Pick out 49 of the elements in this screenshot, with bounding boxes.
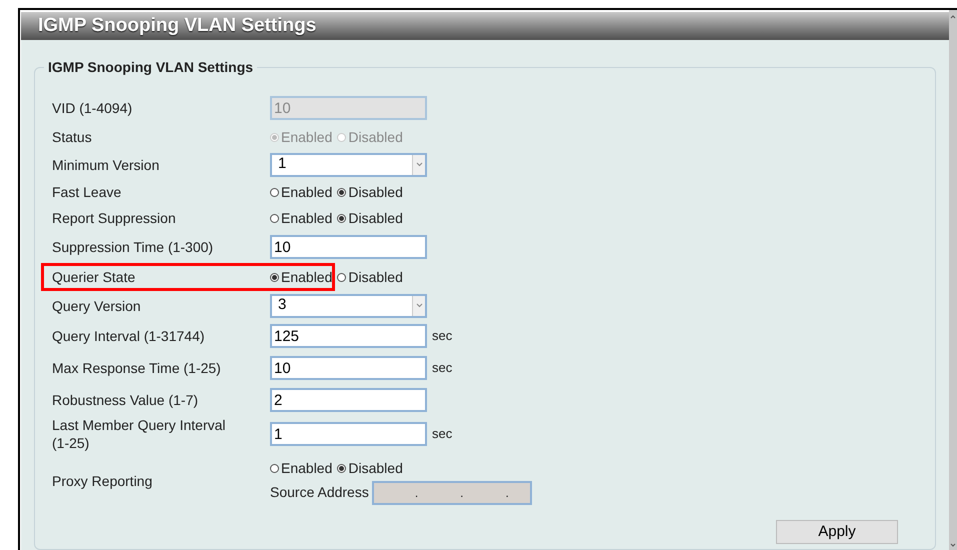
ip-address-field[interactable]: . . . (372, 480, 532, 504)
radio-button[interactable] (270, 188, 279, 196)
field-label: Max Response Time (1-25) (52, 359, 222, 377)
radio-option[interactable]: Enabled (270, 182, 332, 202)
radio-button[interactable] (337, 464, 346, 472)
radio-button[interactable] (270, 214, 279, 222)
radio-button[interactable] (270, 464, 279, 472)
field-label: Proxy Reporting (52, 472, 154, 490)
source-address-label: Source Address (270, 483, 369, 502)
text-field[interactable]: 10 (270, 356, 427, 380)
unit-label: sec (432, 327, 452, 346)
dropdown-select[interactable]: 3 (270, 294, 427, 318)
scroll-down-icon[interactable] (950, 542, 956, 548)
unit-label: sec (432, 359, 452, 378)
field-label: Querier State (52, 268, 136, 286)
text-field[interactable]: 125 (270, 324, 427, 348)
field-label: Report Suppression (52, 209, 177, 227)
apply-button[interactable]: Apply (776, 520, 898, 544)
unit-label: sec (432, 425, 452, 444)
field-label: Minimum Version (52, 156, 160, 174)
field-label: Query Interval (1-31744) (52, 327, 206, 345)
radio-option[interactable]: Disabled (337, 266, 403, 288)
panel-legend: IGMP Snooping VLAN Settings (44, 57, 258, 78)
radio-option[interactable]: Enabled (270, 266, 332, 288)
radio-option[interactable]: Enabled (270, 458, 332, 478)
radio-button[interactable] (337, 214, 346, 222)
radio-option[interactable]: Disabled (337, 458, 403, 478)
text-field[interactable]: 10 (270, 235, 427, 259)
field-label: Last Member Query Interval (1-25) (52, 416, 227, 452)
field-label: Suppression Time (1-300) (52, 238, 214, 256)
radio-option[interactable]: Disabled (337, 182, 403, 202)
radio-button[interactable] (270, 272, 279, 282)
text-field[interactable]: 2 (270, 388, 427, 412)
radio-option[interactable]: Disabled (337, 208, 403, 228)
radio-button[interactable] (337, 272, 346, 282)
text-field[interactable]: 1 (270, 422, 427, 446)
scrollbar[interactable] (949, 10, 957, 550)
scroll-up-icon[interactable] (950, 14, 956, 20)
radio-button[interactable] (337, 188, 346, 196)
chevron-down-icon (416, 162, 422, 167)
window-title: IGMP Snooping VLAN Settings (38, 14, 316, 38)
field-label: Status (52, 128, 93, 146)
field-label: Fast Leave (52, 183, 122, 201)
field-label: Query Version (52, 296, 142, 314)
field-label: Robustness Value (1-7) (52, 391, 200, 409)
radio-option[interactable]: Enabled (270, 208, 332, 228)
dropdown-select[interactable]: 1 (270, 152, 427, 176)
chevron-down-icon (416, 303, 422, 308)
field-label: VID (1-4094) (52, 99, 134, 117)
